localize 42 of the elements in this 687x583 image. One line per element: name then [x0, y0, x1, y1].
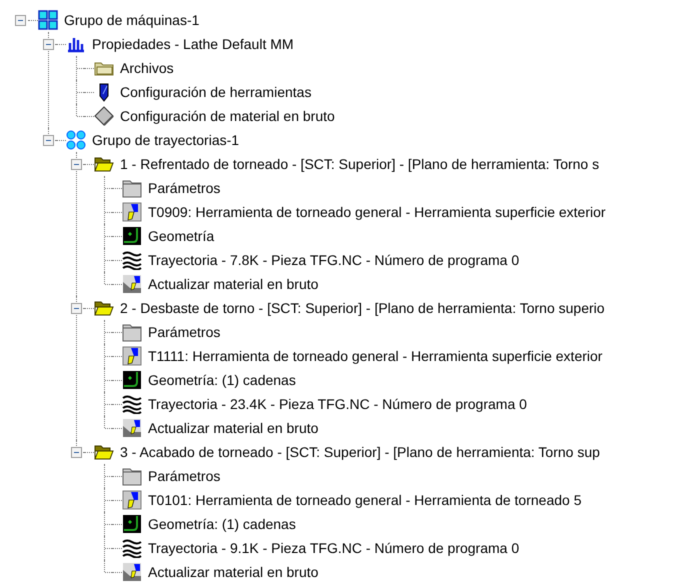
tree-item[interactable]: Grupo de máquinas-1 [64, 11, 200, 29]
tree-item[interactable]: Actualizar material en bruto [148, 563, 318, 581]
tree-item[interactable]: Configuración de material en bruto [120, 107, 335, 125]
waves-icon [122, 538, 142, 558]
tree-item[interactable]: 2 - Desbaste de torno - [SCT: Superior] - [Plano de herramienta: Torno superio [120, 299, 605, 317]
collapse-toggle[interactable] [15, 14, 26, 26]
tree-item[interactable]: Parámetros [148, 179, 220, 197]
tree-item[interactable]: Trayectoria - 7.8K - Pieza TFG.NC - Número de programa 0 [148, 251, 520, 269]
collapse-toggle[interactable] [71, 446, 82, 458]
tree-item[interactable]: Trayectoria - 23.4K - Pieza TFG.NC - Número de programa 0 [148, 395, 527, 413]
folder-icon [122, 178, 142, 198]
folder-icon [122, 466, 142, 486]
collapse-toggle[interactable] [43, 38, 54, 50]
tree-item[interactable]: Configuración de herramientas [120, 83, 312, 101]
grid-icon [38, 10, 58, 30]
circles-icon [66, 130, 86, 150]
tree-item[interactable]: Archivos [120, 59, 174, 77]
collapse-toggle[interactable] [71, 302, 82, 314]
tree-item[interactable]: Parámetros [148, 467, 220, 485]
tree-item[interactable]: T1111: Herramienta de torneado general - Herramienta superficie exterior [148, 347, 602, 365]
waves-icon [122, 250, 142, 270]
tree-item[interactable]: Geometría: (1) cadenas [148, 371, 296, 389]
waves-icon [122, 394, 142, 414]
tree-item[interactable]: Grupo de trayectorias-1 [92, 131, 240, 149]
tree-item[interactable]: Actualizar material en bruto [148, 275, 318, 293]
tree-item[interactable]: T0101: Herramienta de torneado general - Herramienta de torneado 5 [148, 491, 582, 509]
tree-item[interactable]: 3 - Acabado de torneado - [SCT: Superior] - [Plano de herramienta: Torno sup [120, 443, 600, 461]
tree-item[interactable]: Trayectoria - 9.1K - Pieza TFG.NC - Número de programa 0 [148, 539, 520, 557]
geometry-icon [122, 370, 142, 390]
geometry-icon [122, 226, 142, 246]
tree-item[interactable]: Parámetros [148, 323, 220, 341]
collapse-toggle[interactable] [43, 134, 54, 146]
tree-item[interactable]: Geometría: (1) cadenas [148, 515, 296, 533]
geometry-icon [122, 514, 142, 534]
tree-item[interactable]: Actualizar material en bruto [148, 419, 318, 437]
tree-item[interactable]: 1 - Refrentado de torneado - [SCT: Superior] - [Plano de herramienta: Torno s [120, 155, 600, 173]
tree-item[interactable]: Propiedades - Lathe Default MM [92, 35, 294, 53]
diamond-icon [94, 106, 114, 126]
folder-icon [122, 322, 142, 342]
collapse-toggle[interactable] [71, 158, 82, 170]
tree-item[interactable]: Geometría [148, 227, 214, 245]
tree-item[interactable]: T0909: Herramienta de torneado general - Herramienta superficie exterior [148, 203, 606, 221]
